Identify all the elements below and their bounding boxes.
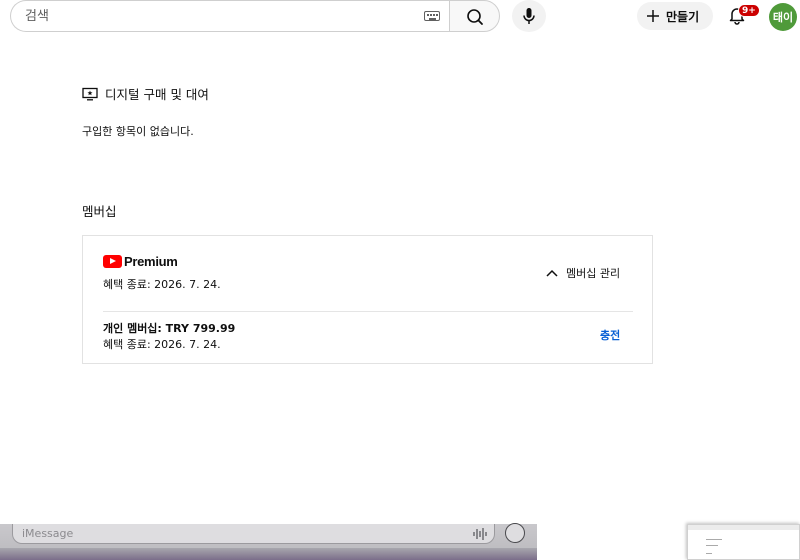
thumbnail-line bbox=[706, 553, 712, 554]
premium-logo: Premium bbox=[103, 254, 178, 269]
membership-card: Premium 혜택 종료: 2026. 7. 24. 멤버십 관리 개인 멤버… bbox=[82, 235, 653, 364]
manage-membership-button[interactable]: 멤버십 관리 bbox=[546, 265, 620, 281]
recharge-link[interactable]: 충전 bbox=[600, 327, 620, 343]
membership-heading: 멤버십 bbox=[82, 204, 117, 219]
emoji-icon[interactable] bbox=[505, 523, 525, 543]
manage-membership-label: 멤버십 관리 bbox=[566, 267, 621, 280]
empty-purchases-message: 구입한 항목이 없습니다. bbox=[82, 125, 194, 138]
purchases-title-row: 디지털 구매 및 대여 bbox=[82, 84, 209, 103]
page: 만들기 9+ 태이 디지털 구매 및 대여 구입한 항목이 없습니다. 멤버십 … bbox=[0, 0, 800, 560]
search-input[interactable] bbox=[25, 8, 415, 24]
voice-search-button[interactable] bbox=[512, 0, 546, 32]
avatar[interactable]: 태이 bbox=[769, 3, 797, 31]
plus-icon bbox=[647, 10, 659, 22]
plan-price: 개인 멤버십: TRY 799.99 bbox=[103, 322, 236, 335]
audio-waveform-icon[interactable] bbox=[472, 527, 488, 541]
thumbnail-line bbox=[706, 539, 722, 540]
mic-icon bbox=[523, 8, 535, 24]
search-button[interactable] bbox=[449, 0, 500, 32]
search-icon bbox=[467, 9, 483, 25]
divider bbox=[103, 311, 633, 312]
imessage-input[interactable] bbox=[12, 524, 495, 544]
keyboard-icon[interactable] bbox=[424, 11, 440, 21]
purchases-title: 디지털 구매 및 대여 bbox=[105, 87, 209, 102]
create-label: 만들기 bbox=[666, 9, 700, 24]
thumbnail-line bbox=[706, 545, 718, 546]
purchase-icon bbox=[82, 87, 98, 100]
premium-brand-text: Premium bbox=[124, 254, 178, 269]
plan-benefit-end-date: 혜택 종료: 2026. 7. 24. bbox=[103, 338, 221, 351]
chevron-up-icon bbox=[546, 269, 558, 277]
screenshot-thumbnail[interactable] bbox=[687, 524, 800, 560]
notification-count-badge: 9+ bbox=[738, 4, 760, 17]
avatar-text: 태이 bbox=[772, 11, 794, 24]
imessage-placeholder: iMessage bbox=[22, 527, 74, 540]
thumbnail-toolbar bbox=[688, 525, 799, 530]
imessage-window-bottom bbox=[0, 548, 537, 560]
create-button[interactable]: 만들기 bbox=[637, 2, 713, 30]
search-box[interactable] bbox=[10, 0, 449, 32]
youtube-play-icon bbox=[103, 255, 122, 268]
benefit-end-date: 혜택 종료: 2026. 7. 24. bbox=[103, 278, 221, 291]
